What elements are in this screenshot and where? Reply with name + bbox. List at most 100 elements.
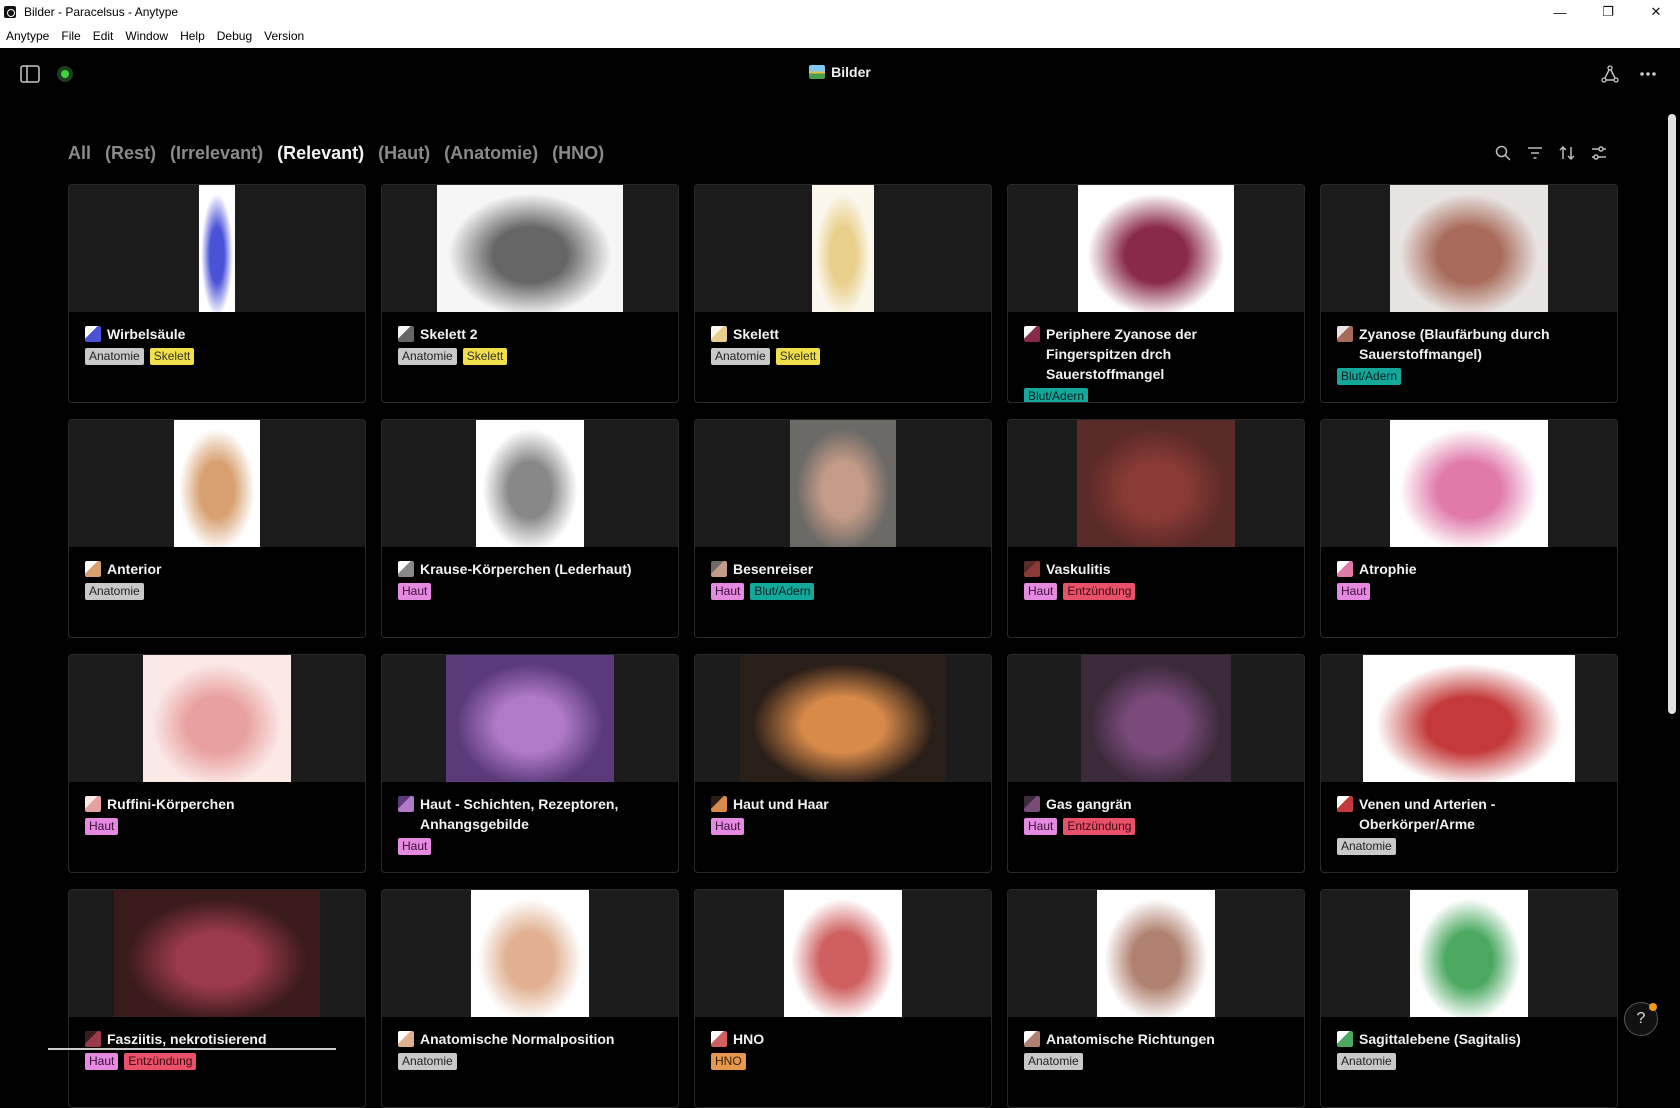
gallery-card[interactable]: Venen und Arterien - Oberkörper/Arme Anat… bbox=[1320, 654, 1618, 873]
gallery-card[interactable]: Haut - Schichten, Rezeptoren, Anhangsgeb… bbox=[381, 654, 679, 873]
card-title-text: Venen und Arterien - Oberkörper/Arme bbox=[1359, 796, 1496, 832]
gallery-card[interactable]: Anatomische Richtungen Anatomie bbox=[1007, 889, 1305, 1108]
card-tags: Anatomie bbox=[398, 1053, 662, 1070]
card-tags: Haut bbox=[711, 818, 975, 835]
gallery-card[interactable]: HNO HNO bbox=[694, 889, 992, 1108]
tab-haut[interactable]: (Haut) bbox=[378, 143, 430, 164]
card-cover bbox=[69, 185, 365, 312]
cover-image bbox=[1078, 185, 1234, 312]
minimize-button[interactable]: — bbox=[1538, 0, 1582, 24]
gallery-card[interactable]: Skelett Anatomie Skelett bbox=[694, 184, 992, 403]
cover-image bbox=[1077, 420, 1235, 547]
menu-item-help[interactable]: Help bbox=[174, 29, 211, 43]
image-thumbnail-icon bbox=[85, 796, 101, 812]
card-title-text: Fasziitis, nekrotisierend bbox=[107, 1031, 267, 1047]
card-tags: HNO bbox=[711, 1053, 975, 1070]
card-cover bbox=[382, 420, 678, 547]
graph-icon[interactable] bbox=[1596, 60, 1624, 88]
card-title: Skelett 2 bbox=[398, 324, 662, 344]
gallery-card[interactable]: Haut und Haar Haut bbox=[694, 654, 992, 873]
tag-badge: Skelett bbox=[462, 348, 508, 365]
image-thumbnail-icon bbox=[1337, 561, 1353, 577]
card-title: Gas gangrän bbox=[1024, 794, 1288, 814]
gallery-card[interactable]: Ruffini-Körperchen Haut bbox=[68, 654, 366, 873]
image-thumbnail-icon bbox=[398, 326, 414, 342]
tag-badge: Anatomie bbox=[1337, 838, 1396, 855]
menu-item-file[interactable]: File bbox=[55, 29, 86, 43]
cover-image bbox=[471, 890, 589, 1017]
search-icon[interactable] bbox=[1494, 144, 1512, 162]
cover-image bbox=[143, 655, 291, 782]
gallery-card[interactable]: Skelett 2 Anatomie Skelett bbox=[381, 184, 679, 403]
card-title: Krause-Körperchen (Lederhaut) bbox=[398, 559, 662, 579]
gallery-card[interactable]: Zyanose (Blaufärbung durch Sauerstoffman… bbox=[1320, 184, 1618, 403]
gallery-card[interactable]: Fasziitis, nekrotisierend Haut Entzündung bbox=[68, 889, 366, 1108]
card-title: Fasziitis, nekrotisierend bbox=[85, 1029, 349, 1049]
image-thumbnail-icon bbox=[711, 1031, 727, 1047]
gallery-card[interactable]: Krause-Körperchen (Lederhaut) Haut bbox=[381, 419, 679, 638]
filter-icon[interactable] bbox=[1526, 144, 1544, 162]
tab-all[interactable]: All bbox=[68, 143, 91, 164]
gallery-card[interactable]: Anterior Anatomie bbox=[68, 419, 366, 638]
tag-badge: Entzündung bbox=[1063, 818, 1136, 835]
tab-anatomie[interactable]: (Anatomie) bbox=[444, 143, 538, 164]
tag-badge: Haut bbox=[398, 583, 432, 600]
cover-image bbox=[784, 890, 902, 1017]
tag-badge: Haut bbox=[1024, 818, 1058, 835]
gallery-card[interactable]: Anatomische Normalposition Anatomie bbox=[381, 889, 679, 1108]
card-title: Vaskulitis bbox=[1024, 559, 1288, 579]
page-header: Bilder bbox=[0, 48, 1680, 100]
settings-sliders-icon[interactable] bbox=[1590, 144, 1608, 162]
image-thumbnail-icon bbox=[1337, 796, 1353, 812]
card-tags: Haut bbox=[85, 818, 349, 835]
scrollbar[interactable] bbox=[1668, 114, 1676, 714]
tab-relevant[interactable]: (Relevant) bbox=[277, 143, 364, 164]
close-button[interactable]: ✕ bbox=[1634, 0, 1678, 24]
cover-image bbox=[1390, 185, 1548, 312]
menu-item-edit[interactable]: Edit bbox=[87, 29, 120, 43]
image-thumbnail-icon bbox=[85, 561, 101, 577]
cover-image bbox=[1363, 655, 1575, 782]
card-tags: Haut Entzündung bbox=[1024, 583, 1288, 600]
cover-image bbox=[199, 185, 235, 312]
tab-hno[interactable]: (HNO) bbox=[552, 143, 604, 164]
window-title: Bilder - Paracelsus - Anytype bbox=[24, 5, 179, 19]
card-title-text: Vaskulitis bbox=[1046, 561, 1111, 577]
more-options-icon[interactable] bbox=[1634, 60, 1662, 88]
card-tags: Haut bbox=[398, 583, 662, 600]
menu-item-window[interactable]: Window bbox=[119, 29, 174, 43]
card-title-text: Krause-Körperchen (Lederhaut) bbox=[420, 561, 632, 577]
gallery-card[interactable]: Wirbelsäule Anatomie Skelett bbox=[68, 184, 366, 403]
gallery-card[interactable]: Vaskulitis Haut Entzündung bbox=[1007, 419, 1305, 638]
maximize-button[interactable]: ❐ bbox=[1586, 0, 1630, 24]
menu-item-version[interactable]: Version bbox=[258, 29, 310, 43]
image-thumbnail-icon bbox=[711, 796, 727, 812]
gallery-card[interactable]: Sagittalebene (Sagitalis) Anatomie bbox=[1320, 889, 1618, 1108]
tag-badge: Blut/Adern bbox=[1337, 368, 1402, 385]
tab-rest[interactable]: (Rest) bbox=[105, 143, 156, 164]
card-title-text: Haut - Schichten, Rezeptoren, Anhangsgeb… bbox=[420, 796, 619, 832]
help-button[interactable]: ? bbox=[1624, 1002, 1658, 1036]
card-title: Anterior bbox=[85, 559, 349, 579]
cover-image bbox=[437, 185, 623, 312]
card-cover bbox=[382, 185, 678, 312]
picture-emoji-icon bbox=[809, 65, 826, 79]
image-thumbnail-icon bbox=[398, 796, 414, 812]
tab-irrelevant[interactable]: (Irrelevant) bbox=[170, 143, 263, 164]
image-thumbnail-icon bbox=[1337, 1031, 1353, 1047]
card-cover bbox=[695, 655, 991, 782]
card-title: Besenreiser bbox=[711, 559, 975, 579]
card-title-text: Anatomische Normalposition bbox=[420, 1031, 615, 1047]
card-title-text: Besenreiser bbox=[733, 561, 814, 577]
gallery-card[interactable]: Atrophie Haut bbox=[1320, 419, 1618, 638]
card-cover bbox=[1321, 420, 1617, 547]
card-cover bbox=[382, 890, 678, 1017]
menu-item-anytype[interactable]: Anytype bbox=[0, 29, 55, 43]
gallery-card[interactable]: Gas gangrän Haut Entzündung bbox=[1007, 654, 1305, 873]
image-thumbnail-icon bbox=[1024, 1031, 1040, 1047]
gallery-card[interactable]: Besenreiser Haut Blut/Adern bbox=[694, 419, 992, 638]
card-title-text: Haut und Haar bbox=[733, 796, 829, 812]
sort-icon[interactable] bbox=[1558, 144, 1576, 162]
gallery-card[interactable]: Periphere Zyanose der Fingerspitzen drch… bbox=[1007, 184, 1305, 403]
menu-item-debug[interactable]: Debug bbox=[211, 29, 258, 43]
